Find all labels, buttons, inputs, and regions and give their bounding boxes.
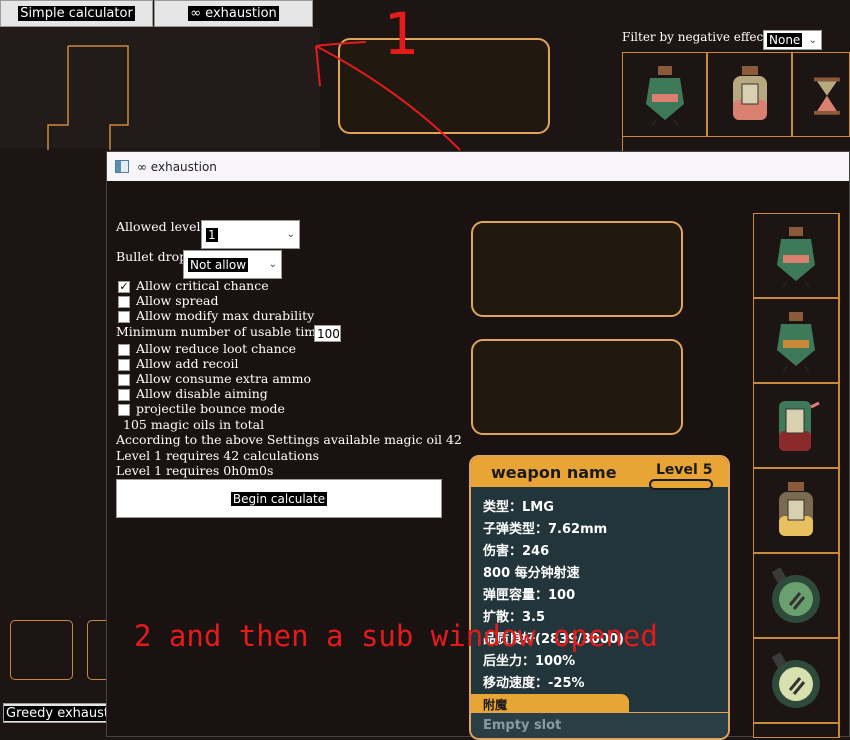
stat-damage: 伤害：246 — [483, 544, 550, 559]
reduce-loot-label: Allow reduce loot chance — [136, 341, 297, 356]
round-potion-icon — [771, 566, 820, 623]
chevron-down-icon: ⌄ — [286, 229, 295, 240]
begin-calculate-button[interactable]: Begin calculate — [116, 479, 442, 518]
potion-icon — [777, 226, 815, 287]
potion-slot-6[interactable] — [753, 638, 839, 723]
level-progress-bar — [649, 479, 713, 490]
critical-chance-label: Allow critical chance — [136, 278, 269, 293]
potion-slot-1[interactable] — [753, 213, 839, 298]
potion-jar-icon — [779, 481, 813, 536]
calculations-text: Level 1 requires 42 calculations — [116, 448, 320, 463]
stat-move-speed: 移动速度：-25% — [483, 676, 585, 691]
round-potion-icon — [771, 651, 820, 708]
bullet-drop-label: Bullet drop: — [116, 249, 192, 264]
annotation-step-2: 2 and then a sub window opened — [134, 619, 658, 653]
weapon-panel-header: weapon name Level 5 — [471, 457, 728, 490]
stat-fire-rate: 800 每分钟射速 — [483, 566, 580, 581]
enchant-tab[interactable]: 附魔 — [471, 694, 629, 712]
app-window-icon — [115, 160, 129, 173]
spread-label: Allow spread — [136, 293, 219, 308]
available-oils-text: According to the above Settings availabl… — [116, 432, 462, 447]
min-usable-input[interactable]: 100 — [314, 325, 341, 342]
bounce-mode-checkbox[interactable] — [118, 404, 130, 416]
bounce-mode-label: projectile bounce mode — [136, 401, 285, 416]
chevron-down-icon: ⌄ — [268, 259, 277, 270]
bullet-drop-select[interactable]: Not allow ⌄ — [183, 250, 282, 279]
weapon-level: Level 5 — [656, 462, 713, 478]
allowed-levels-select[interactable]: 1 ⌄ — [201, 220, 300, 249]
subwindow-title: ∞ exhaustion — [137, 159, 217, 174]
weapon-name: weapon name — [491, 463, 617, 482]
enchant-label: 附魔 — [483, 698, 508, 712]
min-usable-label: Minimum number of usable times: — [116, 324, 335, 339]
potion-column-edge — [839, 213, 850, 738]
potion-slot-7[interactable] — [753, 723, 839, 738]
reduce-loot-checkbox[interactable] — [118, 344, 130, 356]
flask-icon — [779, 400, 820, 451]
stat-magazine: 弹匣容量：100 — [483, 588, 576, 603]
result-slot-box-2 — [471, 339, 683, 435]
allowed-levels-value: 1 — [206, 227, 218, 242]
empty-slot-label: Empty slot — [483, 718, 562, 733]
max-durability-label: Allow modify max durability — [136, 308, 315, 323]
potion-slot-3[interactable] — [753, 383, 839, 468]
disable-aiming-checkbox[interactable] — [118, 389, 130, 401]
disable-aiming-label: Allow disable aiming — [136, 386, 268, 401]
time-estimate-text: Level 1 requires 0h0m0s — [116, 463, 274, 478]
potion-slot-4[interactable] — [753, 468, 839, 553]
begin-calculate-label: Begin calculate — [230, 491, 328, 506]
stat-type: 类型：LMG — [483, 500, 554, 515]
extra-ammo-label: Allow consume extra ammo — [136, 371, 312, 386]
potion-slot-2[interactable] — [753, 298, 839, 383]
spread-checkbox[interactable] — [118, 296, 130, 308]
subwindow-titlebar[interactable]: ∞ exhaustion — [107, 152, 849, 181]
critical-chance-checkbox[interactable]: ✓ — [118, 281, 130, 293]
stat-bullet-type: 子弹类型：7.62mm — [483, 522, 608, 537]
bullet-drop-value: Not allow — [188, 257, 249, 272]
total-oils-text: 105 magic oils in total — [123, 417, 265, 432]
potion-slot-5[interactable] — [753, 553, 839, 638]
add-recoil-label: Allow add recoil — [136, 356, 239, 371]
empty-enchant-slot[interactable]: Empty slot — [471, 712, 728, 738]
result-slot-box-1 — [471, 221, 683, 317]
potion-icon — [777, 311, 815, 372]
add-recoil-checkbox[interactable] — [118, 359, 130, 371]
extra-ammo-checkbox[interactable] — [118, 374, 130, 386]
allowed-levels-label: Allowed levels: — [116, 219, 212, 234]
weapon-panel: weapon name Level 5 类型：LMG 子弹类型：7.62mm 伤… — [469, 455, 730, 740]
max-durability-checkbox[interactable] — [118, 311, 130, 323]
